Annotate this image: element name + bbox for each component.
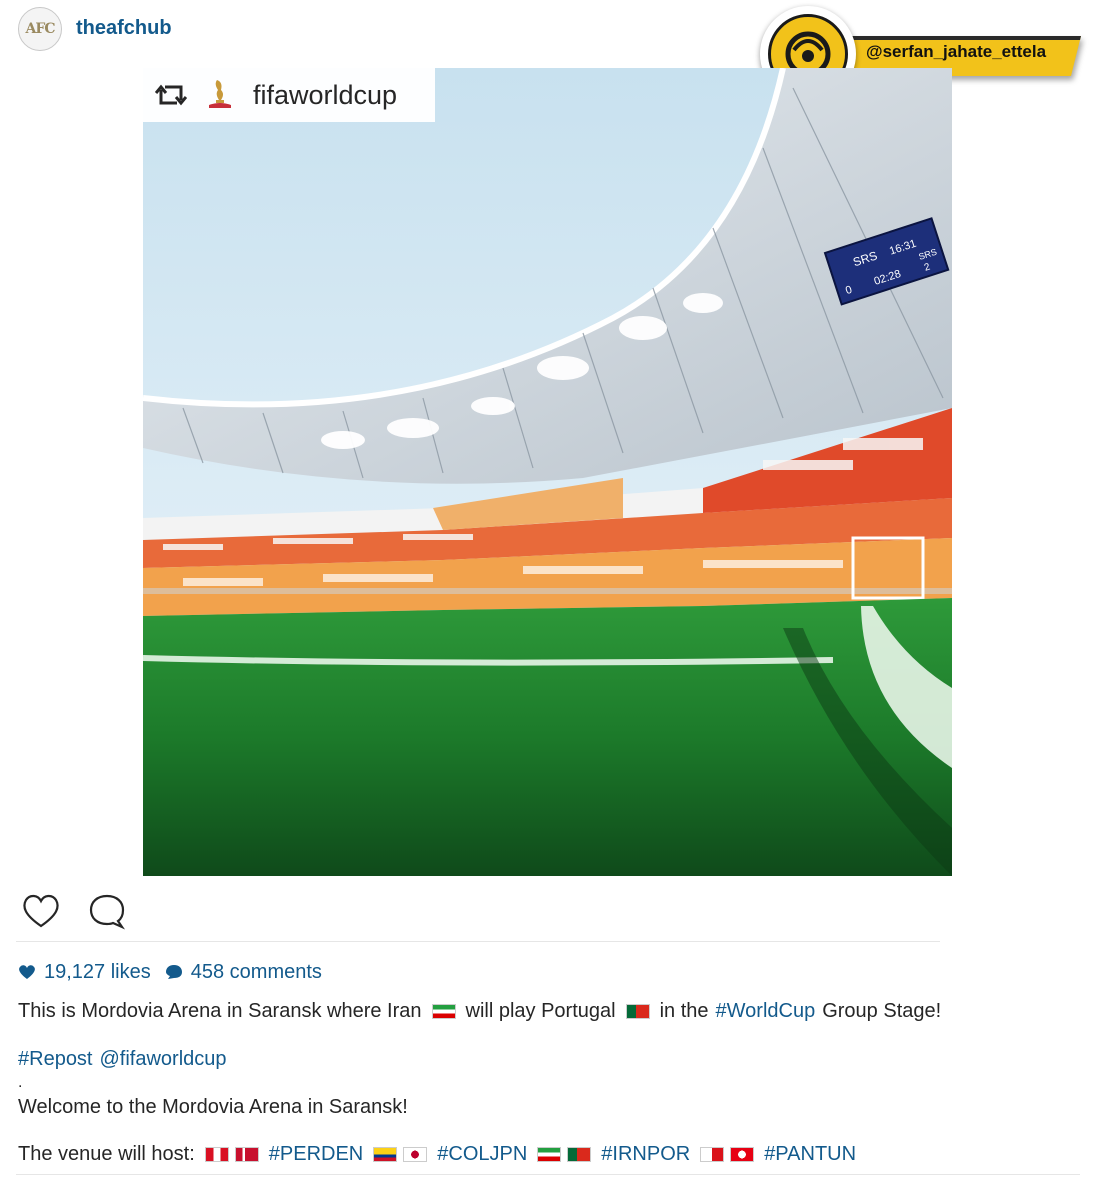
caption-text: in the (659, 1000, 709, 1022)
iran-flag-icon (431, 1004, 456, 1019)
caption-venue-line: The venue will host: #PERDEN #COLJPN #IR… (18, 1143, 856, 1166)
comment-bubble-icon[interactable] (87, 892, 127, 935)
actions-divider (16, 941, 940, 942)
watermark-handle: @serfan_jahate_ettela (866, 42, 1047, 61)
caption-text: The venue will host: (18, 1143, 195, 1165)
hashtag-irnpor[interactable]: #IRNPOR (601, 1143, 690, 1166)
fifa-trophy-icon (205, 78, 235, 115)
likes-heart-icon (18, 964, 36, 980)
repost-icon (154, 81, 188, 114)
panama-flag-icon (700, 1147, 725, 1162)
hashtag-worldcup[interactable]: #WorldCup (716, 1000, 816, 1023)
denmark-flag-icon (234, 1147, 259, 1162)
caption-text: Welcome to the Mordovia Arena in Saransk… (18, 1096, 408, 1118)
iran-flag-icon (537, 1147, 562, 1162)
comments-count[interactable]: 458 comments (191, 961, 322, 984)
caption-text: will play Portugal (465, 1000, 616, 1022)
hashtag-coljpn[interactable]: #COLJPN (437, 1143, 527, 1166)
repost-username[interactable]: fifaworldcup (253, 80, 397, 111)
post-stats: 19,127 likes 458 comments (18, 959, 322, 985)
repost-badge[interactable]: fifaworldcup (143, 68, 435, 122)
avatar[interactable]: AFC (18, 7, 62, 51)
caption-dot: . (18, 1074, 23, 1091)
hashtag-pantun[interactable]: #PANTUN (764, 1143, 856, 1166)
caption-line-1: This is Mordovia Arena in Saransk where … (18, 1000, 941, 1023)
comments-bubble-icon (165, 964, 183, 980)
bottom-divider (16, 1174, 1080, 1175)
portugal-flag-icon (625, 1004, 650, 1019)
colombia-flag-icon (373, 1147, 398, 1162)
likes-count[interactable]: 19,127 likes (44, 961, 151, 984)
hashtag-perden[interactable]: #PERDEN (269, 1143, 363, 1166)
avatar-logo-text: AFC (25, 21, 56, 37)
caption-text: Group Stage! (822, 1000, 942, 1022)
caption-text: This is Mordovia Arena in Saransk where … (18, 1000, 422, 1022)
peru-flag-icon (204, 1147, 229, 1162)
portugal-flag-icon (567, 1147, 592, 1162)
japan-flag-icon (403, 1147, 428, 1162)
caption-welcome-line: Welcome to the Mordovia Arena in Saransk… (18, 1096, 408, 1119)
post-actions (0, 884, 1095, 940)
post-photo[interactable]: SRS 16:31 SRS 0 02:28 2 (143, 68, 952, 876)
username-link[interactable]: theafchub (76, 17, 172, 40)
tunisia-flag-icon (730, 1147, 755, 1162)
caption-repost-line: #Repost @fifaworldcup (18, 1048, 227, 1071)
mention-fifaworldcup[interactable]: @fifaworldcup (100, 1048, 227, 1071)
hashtag-repost[interactable]: #Repost (18, 1048, 93, 1071)
heart-icon[interactable] (20, 892, 62, 935)
